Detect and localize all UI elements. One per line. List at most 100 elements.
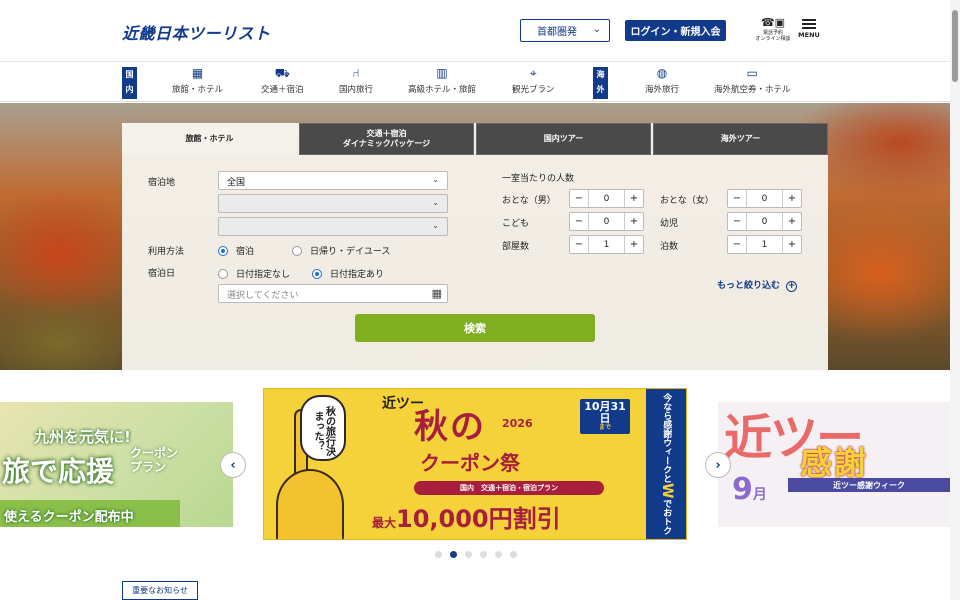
subarea-select[interactable]: ⌄ (218, 217, 448, 236)
banner-coupon-festival[interactable]: 秋の旅行決まった？ 近ツー 秋の 2026 クーポン祭 10月31日 まで 国内… (263, 388, 687, 540)
tab-dynamic-package[interactable]: 交通＋宿泊 ダイナミックパッケージ (299, 123, 474, 155)
date-none-radio[interactable]: 日付指定なし (218, 267, 290, 280)
nav-item-luxury[interactable]: ▥ 高級ホテル・旅館 (408, 66, 476, 95)
minus-icon[interactable]: − (570, 190, 588, 207)
minus-icon[interactable]: − (728, 213, 746, 230)
plus-icon[interactable]: + (783, 236, 801, 253)
plus-icon[interactable]: + (783, 213, 801, 230)
plus-icon[interactable]: + (783, 190, 801, 207)
nav-tag-overseas: 海外 (593, 67, 608, 99)
child-stepper[interactable]: − 0 + (569, 212, 644, 231)
calendar-icon[interactable]: ▦ (432, 287, 442, 300)
banner-deadline: 10月31日 まで (580, 399, 630, 434)
usage-label: 利用方法 (148, 247, 185, 257)
date-input[interactable]: 選択してください ▦ (218, 284, 448, 303)
nav-item-label: 観光プラン (512, 85, 555, 95)
radio-icon (312, 268, 322, 279)
search-button[interactable]: 検索 (355, 314, 595, 342)
tab-sublabel: ダイナミックパッケージ (342, 139, 431, 148)
plus-circle-icon: + (786, 281, 798, 292)
rooms-stepper[interactable]: − 1 + (569, 235, 644, 254)
phone-reservation-button[interactable]: ☎▣ 電話予約 オンライン相談 (752, 16, 794, 42)
minus-icon[interactable]: − (728, 236, 746, 253)
stepper-value: 0 (746, 190, 783, 207)
menu-button[interactable]: MENU (796, 19, 822, 39)
date-label: 宿泊日 (148, 269, 176, 279)
radio-label: 日帰り・デイユース (310, 247, 391, 257)
hero-background: 旅館・ホテル 交通＋宿泊 ダイナミックパッケージ 国内ツアー 海外ツアー 宿泊地… (0, 103, 950, 370)
nav-item-transport-stay[interactable]: ⛟ 交通＋宿泊 (261, 66, 304, 95)
month-number: 9 (732, 472, 753, 507)
carousel-dot[interactable] (435, 551, 442, 558)
login-button[interactable]: ログイン・新規入会 (625, 20, 726, 41)
destination-value: 全国 (227, 178, 246, 188)
side-text: 今なら感謝ウィークと (661, 393, 672, 484)
adult-male-stepper[interactable]: − 0 + (569, 189, 644, 208)
tab-label: 海外ツアー (720, 133, 761, 143)
nav-item-label: 海外航空券・ホテル (714, 85, 791, 95)
nav-item-overseas-air[interactable]: ▭ 海外航空券・ホテル (714, 66, 791, 95)
minus-icon[interactable]: − (570, 213, 588, 230)
plus-icon[interactable]: + (625, 190, 643, 207)
nav-item-domestic-travel[interactable]: ⑁ 国内旅行 (339, 66, 373, 95)
carousel-dots (435, 551, 525, 558)
nights-stepper[interactable]: − 1 + (727, 235, 802, 254)
infant-stepper[interactable]: − 0 + (727, 212, 802, 231)
adult-female-stepper[interactable]: − 0 + (727, 189, 802, 208)
nav-item-label: 国内旅行 (339, 85, 374, 95)
tab-hotel[interactable]: 旅館・ホテル (122, 123, 297, 155)
carousel-dot[interactable] (480, 551, 487, 558)
phone-label-2: オンライン相談 (755, 36, 791, 43)
carousel-next-button[interactable]: › (705, 452, 731, 478)
carousel-dot[interactable] (450, 551, 457, 558)
more-filters-link[interactable]: もっと絞り込む + (717, 278, 798, 292)
region-select[interactable]: 首都圏発 ⌄ (520, 19, 610, 42)
hamburger-icon (802, 19, 816, 29)
destination-select[interactable]: 全国 ⌄ (218, 171, 448, 190)
banner-kyushu[interactable]: 九州を元気に! 旅で応援 クーポン プラン 使えるクーポン配布中 (0, 402, 233, 527)
minus-icon[interactable]: − (728, 190, 746, 207)
carousel-prev-button[interactable]: ‹ (220, 452, 246, 478)
stepper-value: 1 (746, 236, 783, 253)
carousel-dot[interactable] (465, 551, 472, 558)
carousel-dot[interactable] (510, 551, 517, 558)
carousel-dot[interactable] (495, 551, 502, 558)
chevron-down-icon: ⌄ (432, 198, 439, 207)
nav-item-sightseeing[interactable]: ⌖ 観光プラン (512, 66, 555, 95)
counter-label: 部屋数 (502, 242, 530, 252)
deadline-sub: まで (598, 424, 611, 432)
side-text-2: でおトク (661, 498, 672, 535)
tab-label: 旅館・ホテル (185, 133, 234, 143)
nav-item-overseas-travel[interactable]: ◍ 海外旅行 (645, 66, 679, 95)
usage-stay-radio[interactable]: 宿泊 (218, 244, 254, 257)
plus-icon[interactable]: + (625, 213, 643, 230)
nav-tag-domestic: 国内 (122, 67, 137, 99)
site-logo[interactable]: 近畿日本ツーリスト (122, 20, 271, 44)
more-filters-label: もっと絞り込む (717, 281, 781, 291)
stepper-value: 0 (588, 213, 625, 230)
area-select[interactable]: ⌄ (218, 194, 448, 213)
tab-overseas-tour[interactable]: 海外ツアー (653, 123, 828, 155)
counter-label: おとな（女） (660, 196, 714, 206)
banner-title: 秋の (414, 407, 486, 447)
radio-label: 宿泊 (236, 247, 255, 257)
important-notice-button[interactable]: 重要なお知らせ (122, 581, 198, 600)
plus-icon[interactable]: + (625, 236, 643, 253)
banner-plan-pill: 国内 交通＋宿泊・宿泊プラン (414, 481, 604, 495)
minus-icon[interactable]: − (570, 236, 588, 253)
search-panel: 旅館・ホテル 交通＋宿泊 ダイナミックパッケージ 国内ツアー 海外ツアー 宿泊地… (122, 123, 828, 370)
nav-item-hotel[interactable]: ▦ 旅館・ホテル (172, 66, 223, 95)
radio-icon (292, 245, 302, 256)
scrollbar-thumb[interactable] (952, 10, 958, 82)
chair-icon: ⑁ (352, 66, 360, 80)
counter-label: おとな（男） (502, 196, 556, 206)
chevron-down-icon: ⌄ (592, 24, 601, 35)
page-scrollbar[interactable] (950, 0, 960, 600)
tab-domestic-tour[interactable]: 国内ツアー (476, 123, 651, 155)
tab-label: 国内ツアー (543, 133, 584, 143)
banner-thanks-week[interactable]: 近ツー 感謝 近ツー感謝ウィーク 9月 (718, 402, 950, 527)
date-specified-radio[interactable]: 日付指定あり (312, 267, 384, 280)
banner-text: 旅で応援 (2, 455, 115, 488)
usage-daytrip-radio[interactable]: 日帰り・デイユース (292, 244, 390, 257)
side-w: W (658, 483, 675, 499)
